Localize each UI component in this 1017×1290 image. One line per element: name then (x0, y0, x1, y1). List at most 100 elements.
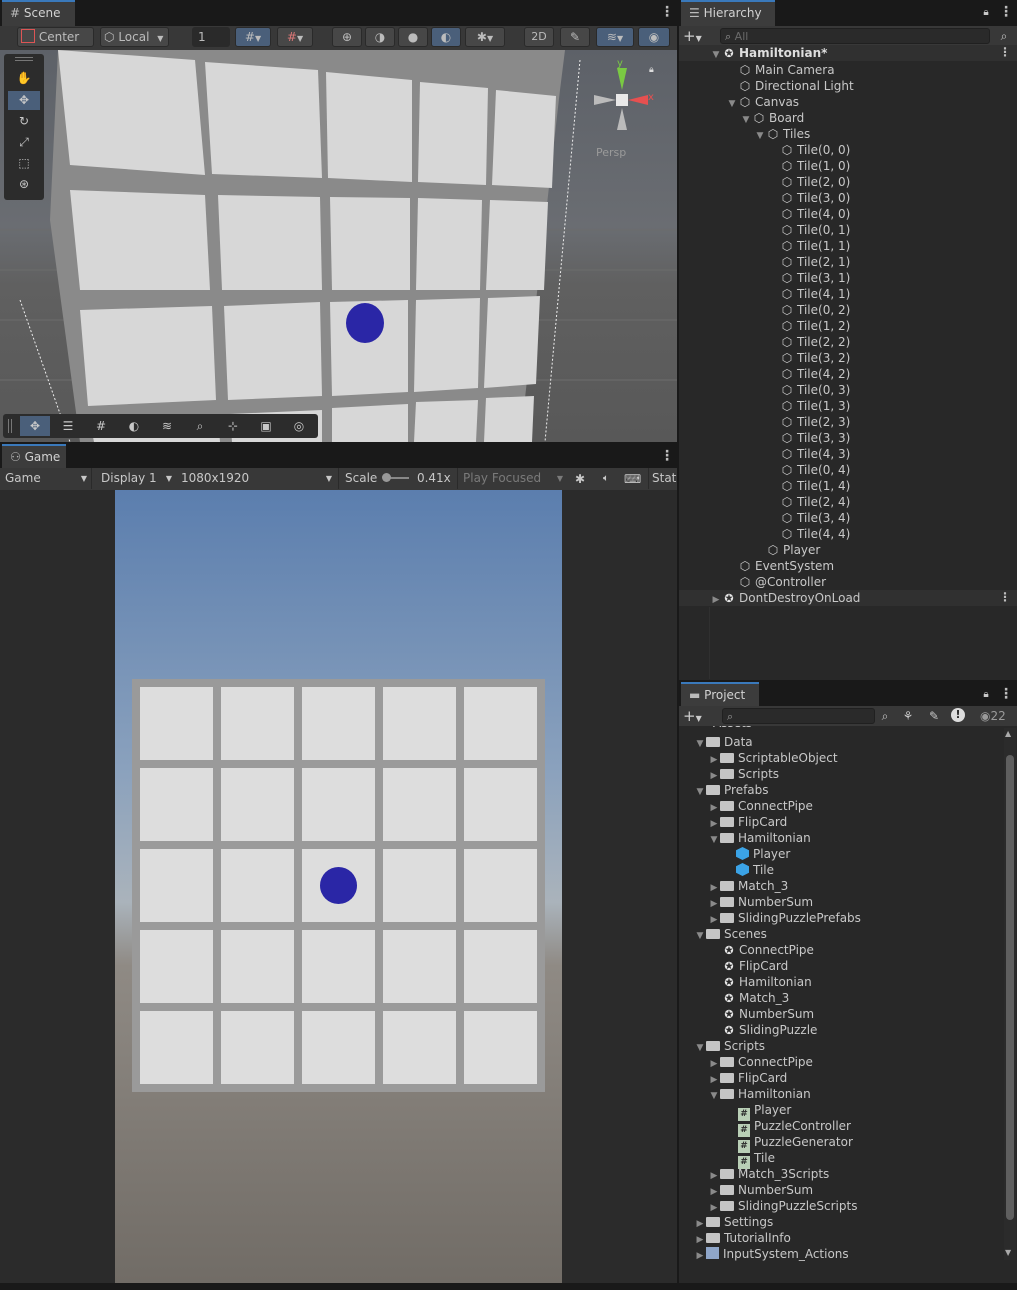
rect-tool-icon[interactable]: ⬚ (16, 155, 32, 171)
debug-draw-mode-button[interactable]: ✱▼ (465, 27, 505, 47)
foldout-arrow-icon[interactable]: ▼ (694, 736, 706, 752)
hidden-packages-toggle[interactable]: ◉22 (980, 708, 1006, 724)
project-item[interactable]: # Player (738, 1102, 791, 1121)
game-view-mode-dropdown[interactable]: Game ▼ (0, 468, 92, 489)
scene-viewport[interactable]: ✋ ✥ ↻ ⤢ ⬚ ⊛ y x 🔒︎ Persp ✥ ☰ # ◐ ≋ ⌕ ⊹ ▣… (0, 50, 677, 442)
hierarchy-item[interactable]: ⬡ Tile(0, 0) (780, 142, 851, 158)
project-item[interactable]: ▶ Settings (694, 1214, 774, 1230)
project-item[interactable]: ▶ SlidingPuzzleScripts (708, 1198, 858, 1214)
pivot-mode-dropdown[interactable]: Center ▼ (17, 27, 94, 61)
hierarchy-item[interactable]: ⬡ Directional Light (738, 78, 854, 94)
filter-by-label-icon[interactable]: ✎ (926, 708, 942, 724)
tile[interactable] (383, 687, 456, 760)
tile[interactable] (140, 930, 213, 1003)
shading-shaded-button[interactable]: ◐ (431, 27, 461, 47)
foldout-arrow-icon[interactable]: ▼ (694, 1040, 706, 1056)
tile[interactable] (302, 687, 375, 760)
hierarchy-item[interactable]: ⬡ Tile(3, 1) (780, 270, 851, 286)
transform-tool-icon[interactable]: ⊛ (16, 176, 32, 192)
tool-settings-icon[interactable]: ☰ (60, 418, 76, 434)
persp-label[interactable]: Persp (596, 146, 626, 159)
project-item[interactable]: ▶ SlidingPuzzlePrefabs (708, 910, 861, 926)
hierarchy-item[interactable]: ⬡ Tile(2, 3) (780, 414, 851, 430)
hierarchy-item[interactable]: ⬡ Tile(2, 1) (780, 254, 851, 270)
hierarchy-item[interactable]: ⬡ Tile(2, 0) (780, 174, 851, 190)
hierarchy-item[interactable]: ⬡ Tile(3, 3) (780, 430, 851, 446)
hierarchy-item[interactable]: ⬡ Tile(0, 1) (780, 222, 851, 238)
project-scrollbar-thumb[interactable] (1006, 755, 1014, 1220)
lock-icon[interactable]: 🔒︎ (978, 5, 994, 21)
project-item[interactable]: ▶ FlipCard (708, 1070, 788, 1086)
hierarchy-search-input[interactable]: ⌕ All (720, 28, 990, 44)
pivot-handle-icon[interactable]: ⊹ (225, 418, 241, 434)
project-search-input[interactable]: ⌕ (722, 708, 875, 724)
hierarchy-item[interactable]: ⬡ Tile(4, 2) (780, 366, 851, 382)
bug-icon[interactable]: ✱ (572, 471, 588, 487)
project-item[interactable]: ▼ Hamiltonian (708, 1086, 811, 1102)
foldout-arrow-icon[interactable]: ▼ (708, 832, 720, 848)
scene-root-item[interactable]: ▼ ✪ Hamiltonian* (710, 45, 828, 61)
search-icon[interactable]: ⌕ (192, 418, 208, 434)
dont-destroy-kebab[interactable]: ⋮ (999, 590, 1011, 604)
project-item[interactable]: ✪ FlipCard (722, 958, 788, 974)
toggle-2d-button[interactable]: 2D (524, 27, 554, 47)
foldout-arrow-icon[interactable]: ▼ (694, 928, 706, 944)
project-item[interactable]: ▶ ConnectPipe (708, 1054, 813, 1070)
project-item[interactable]: ✪ Hamiltonian (722, 974, 811, 990)
grid-snap-value-field[interactable]: 1 (192, 27, 230, 47)
project-item[interactable]: ▶ ConnectPipe (708, 798, 813, 814)
hierarchy-item[interactable]: ▼ ⬡ Board (740, 110, 805, 126)
project-item[interactable]: ✪ SlidingPuzzle (722, 1022, 817, 1038)
foldout-arrow-icon[interactable]: ▼ (754, 128, 766, 144)
tile[interactable] (464, 687, 537, 760)
hierarchy-item[interactable]: ⬡ Tile(1, 0) (780, 158, 851, 174)
project-item[interactable]: # PuzzleController (738, 1118, 851, 1137)
project-item[interactable]: ▶ Scripts (708, 766, 780, 782)
search-options-icon[interactable]: ⌕ (996, 28, 1012, 44)
tile[interactable] (464, 1011, 537, 1084)
game-render[interactable] (115, 490, 562, 1283)
dont-destroy-item[interactable]: ▶ ✪ DontDestroyOnLoad (710, 590, 861, 608)
foldout-arrow-icon[interactable]: ▶ (710, 592, 722, 608)
scale-slider-thumb[interactable] (382, 473, 392, 482)
hierarchy-item[interactable]: ⬡ EventSystem (738, 558, 834, 574)
scale-slider[interactable]: Scale 0.41x (338, 468, 456, 489)
hierarchy-item[interactable]: ⬡ Tile(4, 4) (780, 526, 851, 542)
hierarchy-item[interactable]: ⬡ Tile(0, 3) (780, 382, 851, 398)
tile[interactable] (302, 930, 375, 1003)
tile[interactable] (302, 768, 375, 841)
camera-icon[interactable]: ▣ (258, 418, 274, 434)
foldout-arrow-icon[interactable]: ▼ (726, 96, 738, 112)
hierarchy-item[interactable]: ⬡ Tile(2, 2) (780, 334, 851, 350)
tile[interactable] (140, 687, 213, 760)
hand-tool-icon[interactable]: ✋ (16, 70, 32, 86)
orientation-gizmo[interactable]: y x (588, 58, 658, 140)
scale-slider-track[interactable] (382, 473, 410, 482)
lighting-toggle-button[interactable]: ✎ (560, 27, 590, 47)
grid-snapping-icon[interactable]: # (93, 418, 109, 434)
game-player[interactable] (320, 867, 357, 904)
tile[interactable] (140, 768, 213, 841)
resolution-dropdown[interactable]: 1080x1920 ▼ (176, 468, 336, 489)
project-item[interactable]: ▼ Hamiltonian (708, 830, 811, 846)
project-item[interactable]: # Tile (738, 1150, 775, 1169)
project-item[interactable]: ▶ FlipCard (708, 814, 788, 830)
project-item[interactable]: ▶ ScriptableObject (708, 750, 838, 766)
hierarchy-item[interactable]: ▼ ⬡ Canvas (726, 94, 800, 112)
project-item[interactable]: ✪ Match_3 (722, 990, 789, 1006)
tile[interactable] (464, 849, 537, 922)
project-item[interactable]: ▼ Data (694, 734, 753, 750)
lock-icon[interactable]: 🔒︎ (978, 687, 994, 703)
rotate-tool-icon[interactable]: ↻ (16, 113, 32, 129)
tile[interactable] (464, 930, 537, 1003)
hierarchy-menu-kebab[interactable]: ⋮ (999, 4, 1013, 20)
tile[interactable] (140, 849, 213, 922)
tab-scene[interactable]: # Scene (2, 0, 75, 26)
hierarchy-item[interactable]: ⬡ Tile(1, 4) (780, 478, 851, 494)
project-item[interactable]: ✪ ConnectPipe (722, 942, 814, 958)
shading-wireframe-button[interactable]: ⊕ (332, 27, 362, 47)
overlay-toolbar-handle[interactable] (8, 419, 12, 433)
tile[interactable] (383, 930, 456, 1003)
tile[interactable] (302, 1011, 375, 1084)
scale-tool-icon[interactable]: ⤢ (16, 134, 32, 150)
